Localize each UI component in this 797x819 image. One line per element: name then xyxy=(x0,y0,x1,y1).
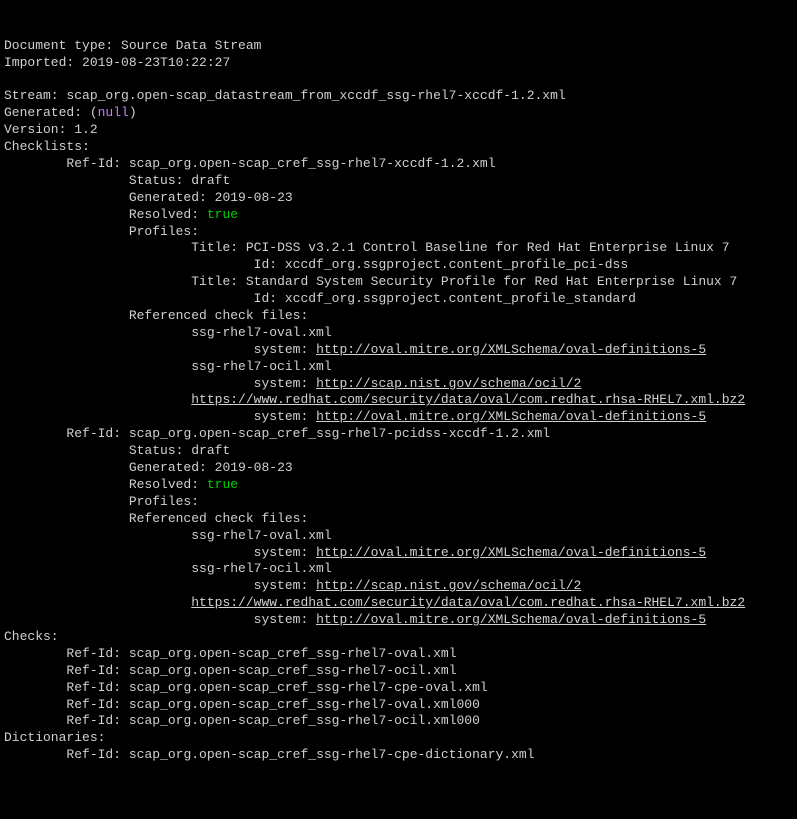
check-file-1: ssg-rhel7-oval.xml xyxy=(191,325,331,340)
profile2-id: xccdf_org.ssgproject.content_profile_sta… xyxy=(285,291,636,306)
status-label: Status: xyxy=(129,173,184,188)
refid-label: Ref-Id: xyxy=(66,680,121,695)
resolved-true: true xyxy=(207,477,238,492)
ref-check-label: Referenced check files: xyxy=(129,308,308,323)
imported-label: Imported: xyxy=(4,55,74,70)
profile1-id: xccdf_org.ssgproject.content_profile_pci… xyxy=(285,257,628,272)
system-label: system: xyxy=(254,409,309,424)
refid-label: Ref-Id: xyxy=(66,697,121,712)
refid-label: Ref-Id: xyxy=(66,426,121,441)
check-refid-3: scap_org.open-scap_cref_ssg-rhel7-cpe-ov… xyxy=(129,680,488,695)
system-label: system: xyxy=(254,578,309,593)
checklist2-status: draft xyxy=(191,443,230,458)
check-refid-1: scap_org.open-scap_cref_ssg-rhel7-oval.x… xyxy=(129,646,457,661)
checklists-label: Checklists: xyxy=(4,139,90,154)
profile1-title: PCI-DSS v3.2.1 Control Baseline for Red … xyxy=(246,240,730,255)
check-file-2: ssg-rhel7-ocil.xml xyxy=(191,561,331,576)
ref-check-label: Referenced check files: xyxy=(129,511,308,526)
doc-type-value: Source Data Stream xyxy=(121,38,261,53)
generated-label: Generated: xyxy=(4,105,82,120)
refid-label: Ref-Id: xyxy=(66,663,121,678)
check-file-2: ssg-rhel7-ocil.xml xyxy=(191,359,331,374)
system-label: system: xyxy=(254,612,309,627)
null-value: null xyxy=(98,105,129,120)
check-file-3-link[interactable]: https://www.redhat.com/security/data/ova… xyxy=(191,595,745,610)
resolved-true: true xyxy=(207,207,238,222)
profiles-label: Profiles: xyxy=(129,224,199,239)
checks-label: Checks: xyxy=(4,629,59,644)
check-file-3-system-link[interactable]: http://oval.mitre.org/XMLSchema/oval-def… xyxy=(316,612,706,627)
check-file-2-system-link[interactable]: http://scap.nist.gov/schema/ocil/2 xyxy=(316,578,581,593)
check-file-1: ssg-rhel7-oval.xml xyxy=(191,528,331,543)
check-refid-4: scap_org.open-scap_cref_ssg-rhel7-oval.x… xyxy=(129,697,480,712)
checklist2-refid: scap_org.open-scap_cref_ssg-rhel7-pcidss… xyxy=(129,426,550,441)
checklist1-status: draft xyxy=(191,173,230,188)
stream-label: Stream: xyxy=(4,88,59,103)
system-label: system: xyxy=(254,545,309,560)
status-label: Status: xyxy=(129,443,184,458)
refid-label: Ref-Id: xyxy=(66,713,121,728)
refid-label: Ref-Id: xyxy=(66,156,121,171)
version-label: Version: xyxy=(4,122,66,137)
terminal-output: Document type: Source Data Stream Import… xyxy=(4,38,797,764)
check-file-1-system-link[interactable]: http://oval.mitre.org/XMLSchema/oval-def… xyxy=(316,342,706,357)
title-label: Title: xyxy=(191,240,238,255)
stream-value: scap_org.open-scap_datastream_from_xccdf… xyxy=(66,88,565,103)
profile2-title: Standard System Security Profile for Red… xyxy=(246,274,737,289)
refid-label: Ref-Id: xyxy=(66,646,121,661)
imported-value: 2019-08-23T10:22:27 xyxy=(82,55,230,70)
dict-refid: scap_org.open-scap_cref_ssg-rhel7-cpe-di… xyxy=(129,747,535,762)
check-refid-5: scap_org.open-scap_cref_ssg-rhel7-ocil.x… xyxy=(129,713,480,728)
generated-label: Generated: xyxy=(129,190,207,205)
resolved-label: Resolved: xyxy=(129,477,199,492)
checklist1-generated: 2019-08-23 xyxy=(215,190,293,205)
refid-label: Ref-Id: xyxy=(66,747,121,762)
doc-type-label: Document type: xyxy=(4,38,113,53)
resolved-label: Resolved: xyxy=(129,207,199,222)
check-file-2-system-link[interactable]: http://scap.nist.gov/schema/ocil/2 xyxy=(316,376,581,391)
id-label: Id: xyxy=(254,291,277,306)
version-value: 1.2 xyxy=(74,122,97,137)
profiles-label: Profiles: xyxy=(129,494,199,509)
checklist2-generated: 2019-08-23 xyxy=(215,460,293,475)
system-label: system: xyxy=(254,342,309,357)
check-file-1-system-link[interactable]: http://oval.mitre.org/XMLSchema/oval-def… xyxy=(316,545,706,560)
title-label: Title: xyxy=(191,274,238,289)
dictionaries-label: Dictionaries: xyxy=(4,730,105,745)
generated-label: Generated: xyxy=(129,460,207,475)
check-refid-2: scap_org.open-scap_cref_ssg-rhel7-ocil.x… xyxy=(129,663,457,678)
checklist1-refid: scap_org.open-scap_cref_ssg-rhel7-xccdf-… xyxy=(129,156,496,171)
check-file-3-link[interactable]: https://www.redhat.com/security/data/ova… xyxy=(191,392,745,407)
system-label: system: xyxy=(254,376,309,391)
check-file-3-system-link[interactable]: http://oval.mitre.org/XMLSchema/oval-def… xyxy=(316,409,706,424)
id-label: Id: xyxy=(254,257,277,272)
